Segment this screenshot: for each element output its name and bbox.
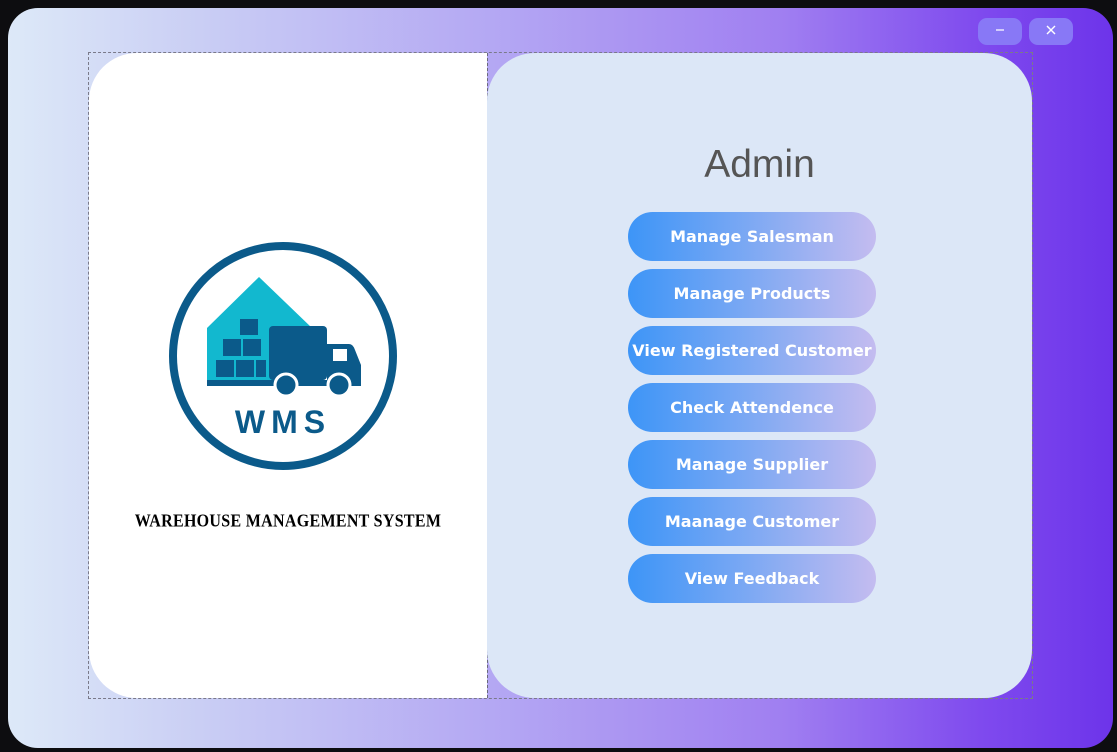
check-attendence-button[interactable]: Check Attendence (628, 383, 876, 432)
wms-logo-icon: WMS (169, 242, 397, 470)
manage-supplier-button[interactable]: Manage Supplier (628, 440, 876, 489)
minimize-button[interactable] (978, 18, 1022, 45)
view-feedback-button[interactable]: View Feedback (628, 554, 876, 603)
main-frame: WMS WAREHOUSE MANAGEMENT SYSTEM Admin Ma… (88, 52, 1033, 699)
manage-salesman-button[interactable]: Manage Salesman (628, 212, 876, 261)
branding-panel: WMS WAREHOUSE MANAGEMENT SYSTEM (89, 53, 487, 698)
minimize-icon (994, 24, 1006, 39)
manage-customer-button[interactable]: Maanage Customer (628, 497, 876, 546)
admin-menu: Manage Salesman Manage Products View Reg… (628, 212, 876, 611)
app-window: WMS WAREHOUSE MANAGEMENT SYSTEM Admin Ma… (8, 8, 1113, 748)
close-icon (1045, 24, 1057, 39)
close-button[interactable] (1029, 18, 1073, 45)
system-title: WAREHOUSE MANAGEMENT SYSTEM (134, 511, 442, 531)
page-title: Admin (704, 143, 815, 186)
logo-text: WMS (235, 404, 331, 440)
view-registered-customer-button[interactable]: View Registered Customer (628, 326, 876, 375)
admin-panel: Admin Manage Salesman Manage Products Vi… (487, 53, 1032, 698)
manage-products-button[interactable]: Manage Products (628, 269, 876, 318)
